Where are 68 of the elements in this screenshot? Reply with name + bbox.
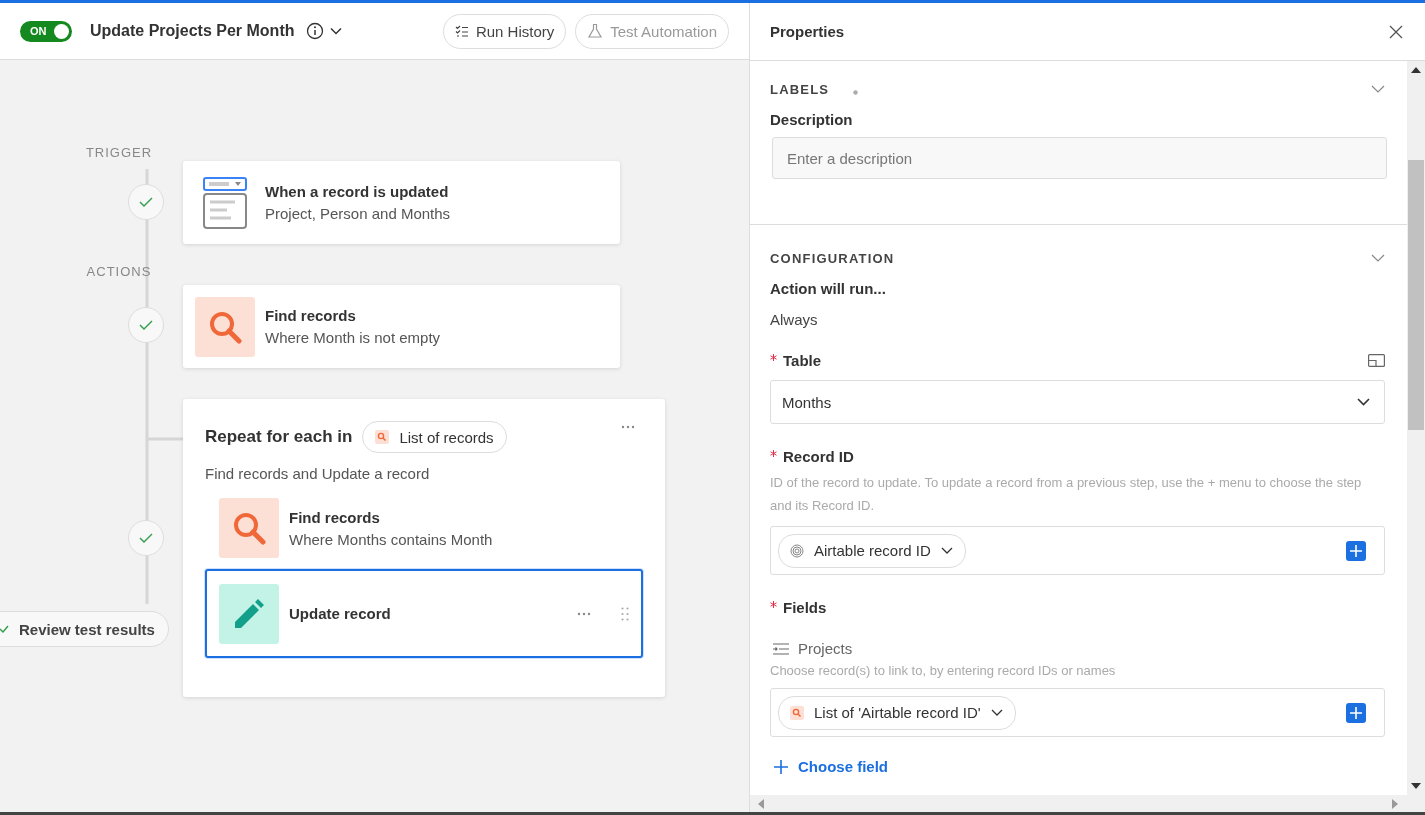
repeat-description: Find records and Update a record bbox=[205, 465, 431, 482]
step-subtitle: Project, Person and Months bbox=[265, 205, 451, 222]
step-card[interactable]: When a record is updated Project, Person and Months bbox=[183, 161, 620, 244]
step-title: Find records bbox=[265, 307, 357, 324]
field-token[interactable]: List of 'Airtable record ID' bbox=[778, 695, 1016, 730]
step-icon bbox=[195, 296, 255, 357]
field-label: Fields bbox=[783, 599, 827, 616]
projects-field[interactable]: List of 'Airtable record ID' bbox=[770, 688, 1385, 737]
field-name: Projects bbox=[798, 640, 853, 657]
section-heading: CONFIGURATION bbox=[770, 250, 895, 266]
scroll-left-icon[interactable] bbox=[758, 798, 764, 809]
info-icon[interactable] bbox=[306, 22, 325, 40]
step-row[interactable]: Update record bbox=[205, 569, 643, 658]
vertical-scrollbar[interactable] bbox=[1407, 61, 1425, 795]
field-label: Action will run... bbox=[770, 280, 887, 297]
search-icon bbox=[790, 705, 804, 720]
more-icon[interactable] bbox=[577, 611, 591, 616]
step-title: Update record bbox=[289, 605, 391, 622]
automation-title: Update Projects Per Month bbox=[90, 22, 295, 40]
step-subtitle: Where Month is not empty bbox=[265, 329, 441, 346]
step-title: When a record is updated bbox=[265, 183, 450, 200]
help-text: Choose record(s) to link to, by entering record IDs or names bbox=[770, 663, 1117, 679]
flask-icon bbox=[587, 23, 604, 39]
close-icon[interactable] bbox=[1389, 24, 1403, 39]
step-icon bbox=[219, 583, 279, 644]
table-select[interactable]: Months bbox=[770, 380, 1385, 424]
plus-icon bbox=[773, 758, 789, 775]
repeat-title: Repeat for each in bbox=[205, 427, 353, 447]
expand-icon[interactable] bbox=[1368, 354, 1385, 367]
step-subtitle: Where Months contains Month bbox=[289, 530, 493, 548]
chevron-down-icon bbox=[1357, 398, 1370, 406]
search-icon bbox=[375, 430, 390, 444]
dot-icon bbox=[853, 89, 859, 95]
step-row[interactable]: Find records Where Months contains Month bbox=[205, 493, 643, 563]
step-card[interactable]: Find records Where Month is not empty bbox=[183, 285, 620, 368]
field-label: Description bbox=[770, 111, 854, 128]
scroll-up-icon[interactable] bbox=[1411, 67, 1421, 73]
review-test-results-button[interactable]: Review test results bbox=[0, 611, 169, 647]
field-label: Record ID bbox=[783, 448, 854, 465]
chevron-down-icon bbox=[990, 709, 1003, 716]
step-icon bbox=[219, 498, 279, 558]
horizontal-scrollbar[interactable] bbox=[750, 795, 1425, 812]
drag-handle-icon[interactable] bbox=[621, 606, 629, 621]
field-token[interactable]: Airtable record ID bbox=[778, 533, 966, 568]
check-icon bbox=[0, 625, 9, 633]
chevron-down-icon bbox=[940, 547, 953, 554]
toolbar-button[interactable]: Run History bbox=[442, 13, 567, 49]
chevron-down-icon[interactable] bbox=[330, 27, 343, 35]
section-label: TRIGGER bbox=[84, 145, 154, 160]
more-icon[interactable] bbox=[621, 425, 635, 429]
section-heading: LABELS bbox=[770, 81, 830, 97]
run-condition-value: Always bbox=[770, 311, 819, 328]
choose-field-link[interactable]: Choose field bbox=[770, 758, 888, 775]
field-label: Table bbox=[783, 352, 822, 369]
fingerprint-icon bbox=[790, 543, 804, 558]
checklist-icon bbox=[454, 24, 469, 38]
help-text: ID of the record to update. To update a record from a previous step, use the + menu to choose the step and its Record ID. bbox=[770, 474, 1363, 515]
panel-title: Properties bbox=[770, 23, 845, 40]
scroll-right-icon[interactable] bbox=[1392, 798, 1398, 809]
section-label: ACTIONS bbox=[85, 264, 153, 279]
on-toggle[interactable]: ON bbox=[20, 20, 72, 42]
linked-field-icon bbox=[773, 642, 789, 655]
add-icon[interactable] bbox=[1346, 702, 1366, 723]
scroll-down-icon[interactable] bbox=[1411, 783, 1421, 789]
record-id-field[interactable]: Airtable record ID bbox=[770, 526, 1385, 575]
step-title: Find records bbox=[289, 508, 381, 526]
add-icon[interactable] bbox=[1346, 540, 1366, 561]
description-field[interactable]: Enter a description bbox=[772, 137, 1387, 179]
